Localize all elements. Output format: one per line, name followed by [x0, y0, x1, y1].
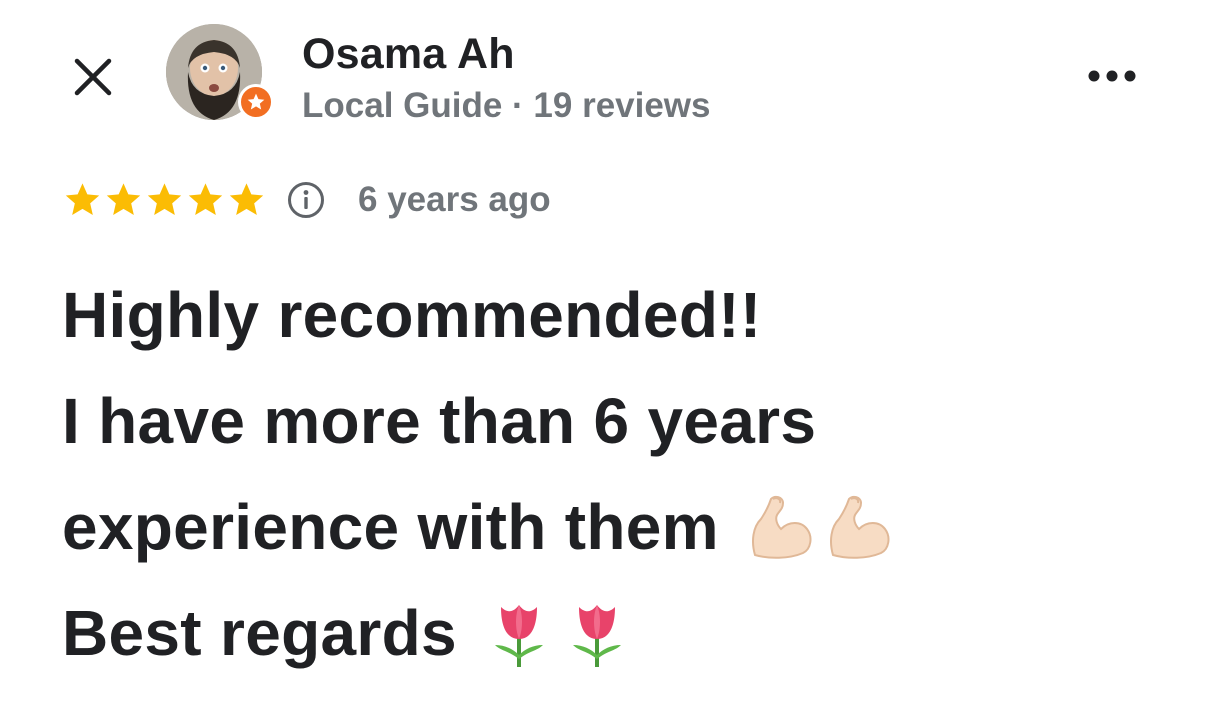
close-button[interactable]: [68, 52, 118, 102]
review-line: Best regards: [62, 580, 1182, 686]
close-icon: [74, 58, 112, 96]
more-options-icon: [1088, 70, 1136, 82]
review-time: 6 years ago: [358, 180, 551, 219]
review-line-text: Highly recommended!!: [62, 279, 762, 351]
reviewer-meta: Local Guide · 19 reviews: [302, 86, 711, 125]
review-line-text: experience with them: [62, 491, 719, 563]
star-icon: [229, 183, 264, 215]
star-icon: [65, 183, 100, 215]
review-line-text: I have more than 6 years: [62, 385, 817, 457]
star-icon: [106, 183, 141, 215]
review-line: experience with them: [62, 474, 1182, 580]
reviewer-avatar-container[interactable]: [166, 24, 274, 124]
review-line: Highly recommended!!: [62, 262, 1182, 368]
review-line: I have more than 6 years: [62, 368, 1182, 474]
more-options-button[interactable]: [1084, 60, 1140, 92]
star-icon: [188, 183, 223, 215]
flexed-biceps-icon: [829, 495, 890, 559]
reviewer-name[interactable]: Osama Ah: [302, 30, 515, 79]
local-guide-star-icon: [247, 93, 265, 110]
tulip-icon: [494, 605, 543, 667]
star-rating: [62, 180, 267, 220]
review-text: Highly recommended!! I have more than 6 …: [62, 262, 1182, 686]
local-guide-badge: [238, 84, 274, 120]
review-line-text: Best regards: [62, 597, 457, 669]
tulip-icon: [572, 605, 621, 667]
info-icon[interactable]: [286, 180, 326, 220]
star-icon: [147, 183, 182, 215]
flexed-biceps-icon: [751, 495, 812, 559]
